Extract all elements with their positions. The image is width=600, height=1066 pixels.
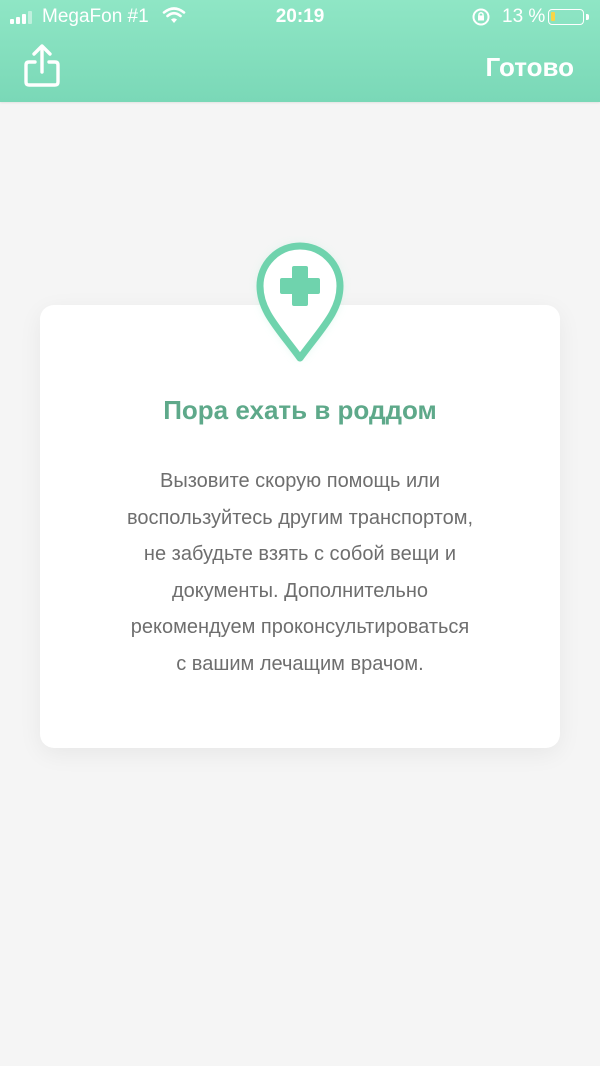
card-title: Пора ехать в роддом: [163, 395, 437, 425]
navigation-bar: MegaFon #1 20:19 13 % Готово: [0, 0, 600, 102]
done-button[interactable]: Готово: [486, 52, 574, 83]
card-description: Вызовите скорую помощь или воспользуйтес…: [126, 470, 474, 675]
battery-cap: [586, 14, 589, 20]
notification-card: Пора ехать в роддом Вызовите скорую помо…: [40, 305, 560, 748]
medical-location-pin-icon: [256, 242, 344, 362]
battery-icon: [548, 9, 584, 25]
status-bar: MegaFon #1 20:19 13 %: [0, 0, 600, 34]
share-icon[interactable]: [20, 42, 64, 90]
orientation-lock-icon: [472, 8, 490, 26]
battery-percent: 13 %: [502, 6, 546, 27]
